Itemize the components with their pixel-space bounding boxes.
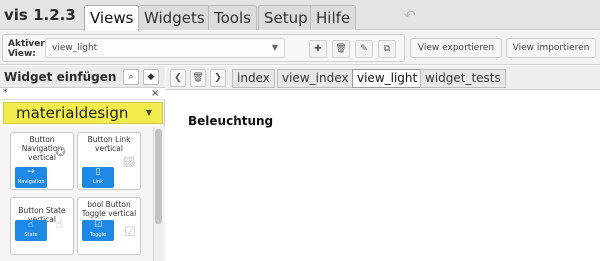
widget-card-title: Button Link vertical (87, 135, 131, 153)
arrow-right-icon: → (27, 167, 35, 177)
active-view-value: view_light (52, 43, 98, 53)
widget-card-state[interactable]: Button State vertical ☝ ☝ State (10, 197, 74, 255)
tab-views[interactable]: Views (84, 5, 140, 31)
tab-hilfe[interactable]: Hilfe (310, 5, 357, 30)
magnifier-icon[interactable]: ⌕ (123, 69, 139, 85)
chevron-down-icon: ▼ (145, 108, 152, 117)
page-tabs-bar: ❮ 🗑 ❯ index view_index view_light widget… (166, 66, 600, 90)
import-view-button[interactable]: View importieren (506, 38, 596, 58)
scrollbar-thumb[interactable] (155, 129, 162, 224)
page-tab-view-light[interactable]: view_light (352, 69, 423, 88)
trash-icon[interactable]: 🗑 (332, 40, 350, 58)
close-icon[interactable]: × (151, 88, 159, 99)
active-view-group: Aktiver View: view_light ▼ ✚ 🗑 ✎ ⧉ (2, 34, 405, 62)
checkbox-icon: ☑ (124, 225, 136, 240)
app-title: vis 1.2.3 (4, 6, 76, 24)
widget-preview-button: → Navigation (15, 167, 47, 188)
widget-panel-header: Widget einfügen ⌕ ◆ (0, 66, 165, 88)
image-icon: ▨ (123, 154, 136, 169)
copy-icon[interactable]: ⧉ (378, 40, 396, 58)
page-tab-index[interactable]: index (232, 69, 275, 88)
undo-arrow-icon[interactable]: ↶ (404, 9, 420, 23)
plus-icon[interactable]: ✚ (309, 40, 327, 58)
widget-preview-label: Link (92, 179, 104, 185)
active-view-select[interactable]: view_light ▼ (45, 38, 285, 58)
top-menu-bar: vis 1.2.3 Views Widgets Tools Setup Hilf… (0, 0, 600, 31)
tab-widgets[interactable]: Widgets (138, 5, 211, 30)
widget-set-value: materialdesign (16, 104, 129, 122)
tab-setup[interactable]: Setup (258, 5, 314, 30)
trash-icon[interactable]: 🗑 (190, 69, 206, 87)
page-tab-widget-tests[interactable]: widget_tests (420, 69, 506, 88)
touch-icon: ☝ (55, 217, 63, 232)
tag-icon[interactable]: ◆ (143, 69, 159, 85)
widget-card-toggle[interactable]: bool Button Toggle vertical ☑ ☑ Toggle (77, 197, 141, 255)
page-tab-view-index[interactable]: view_index (277, 69, 354, 88)
chevron-left-icon[interactable]: ❮ (170, 69, 186, 87)
canvas-heading: Beleuchtung (188, 114, 274, 128)
checkbox-icon: ☑ (93, 220, 103, 230)
widget-card-title: bool Button Toggle vertical (81, 200, 137, 218)
gear-icon: ✪ (55, 145, 66, 160)
widget-preview-button: ▯ Link (82, 167, 114, 188)
widget-panel-title: Widget einfügen (4, 70, 117, 84)
widget-panel: Widget einfügen ⌕ ◆ * × materialdesign ▼… (0, 66, 165, 261)
view-canvas[interactable]: Beleuchtung (166, 91, 600, 261)
widget-filter-row: * × (0, 88, 165, 100)
touch-icon: ☝ (28, 220, 34, 230)
widget-preview-button: ☑ Toggle (82, 220, 114, 241)
widget-card-navigation[interactable]: Button Navigation vertical ✪ → Navigatio… (10, 132, 74, 190)
widget-set-select[interactable]: materialdesign ▼ (3, 102, 163, 124)
active-view-label: Aktiver View: (8, 39, 45, 59)
chevron-right-icon[interactable]: ❯ (210, 69, 226, 87)
widget-palette-scrollbar[interactable] (153, 127, 163, 261)
widget-filter-input[interactable]: * (3, 88, 143, 99)
export-view-button[interactable]: View exportieren (410, 38, 502, 58)
pencil-icon[interactable]: ✎ (355, 40, 373, 58)
widget-card-link[interactable]: Button Link vertical ▨ ▯ Link (77, 132, 141, 190)
widget-preview-label: Toggle (89, 232, 107, 238)
widget-palette: Button Navigation vertical ✪ → Navigatio… (0, 127, 165, 261)
bookmark-icon: ▯ (95, 167, 101, 177)
widget-preview-label: Navigation (17, 179, 45, 185)
widget-preview-button: ☝ State (15, 220, 47, 241)
chevron-down-icon: ▼ (271, 43, 278, 52)
tab-tools[interactable]: Tools (208, 5, 257, 30)
widget-preview-label: State (24, 232, 38, 238)
